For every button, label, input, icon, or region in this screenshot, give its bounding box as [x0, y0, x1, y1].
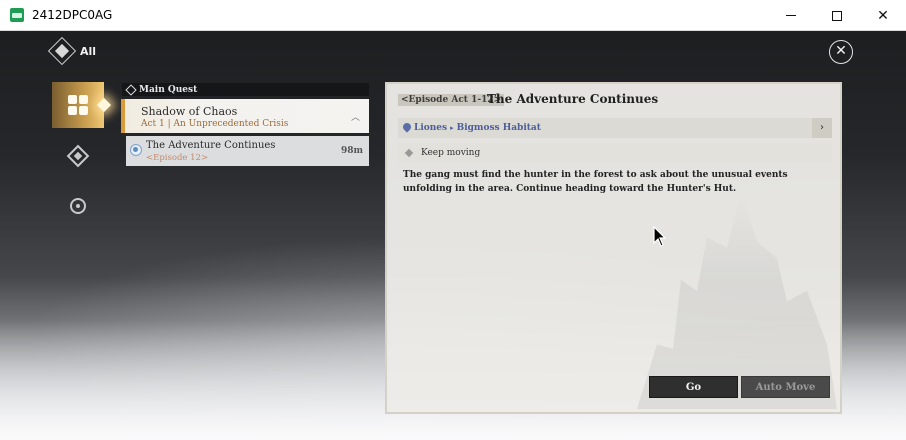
quest-marker-icon: [130, 144, 142, 156]
close-icon: ✕: [877, 7, 889, 24]
minimize-button[interactable]: [768, 0, 814, 31]
maximize-button[interactable]: [814, 0, 860, 31]
quest-grid-icon: [68, 95, 88, 115]
nav-compass-button[interactable]: [52, 183, 104, 229]
quest-filter-all[interactable]: All: [47, 36, 97, 66]
location-region: Liones: [414, 123, 448, 133]
section-label-main-quest: Main Quest: [122, 83, 369, 96]
compass-icon: [70, 198, 86, 214]
quest-detail-panel: <Episode Act 1-12> The Adventure Continu…: [385, 82, 842, 414]
main-quest-icon: [125, 83, 137, 96]
quest-detail-title: The Adventure Continues: [487, 92, 659, 106]
quest-close-button[interactable]: ✕: [829, 40, 853, 64]
all-quests-icon: [47, 36, 77, 66]
location-row[interactable]: Liones ▸ Bigmoss Habitat ›: [398, 118, 832, 138]
all-label: All: [80, 44, 97, 58]
quest-item-title: The Adventure Continues: [146, 140, 276, 151]
minimize-icon: [786, 15, 796, 16]
location-pin-icon: [403, 123, 411, 133]
nav-quest-button[interactable]: [52, 82, 104, 128]
go-button[interactable]: Go: [649, 376, 738, 398]
window-title: 2412DPC0AG: [32, 8, 113, 22]
mouse-cursor-icon: [653, 226, 667, 247]
location-arrow-button[interactable]: ›: [812, 118, 832, 138]
quest-group-shadow-of-chaos[interactable]: Shadow of Chaos Act 1 | An Unprecedented…: [121, 99, 369, 133]
objective-text: Keep moving: [421, 147, 481, 158]
close-circle-icon: ✕: [835, 43, 847, 59]
maximize-icon: [832, 10, 842, 21]
nav-diamond-button[interactable]: [52, 133, 104, 179]
app-icon: [10, 8, 24, 22]
diamond-icon: [66, 144, 90, 168]
location-area: Bigmoss Habitat: [456, 123, 541, 133]
quest-distance: 98m: [340, 146, 363, 156]
chevron-up-icon[interactable]: ︿: [351, 110, 360, 123]
game-viewport: All ✕ Main Quest Shadow of Chaos Act 1 |…: [0, 31, 906, 440]
location-separator-icon: ▸: [450, 124, 454, 132]
objective-diamond-icon: [404, 148, 414, 157]
quest-group-subtitle: Act 1 | An Unprecedented Crisis: [141, 119, 289, 129]
quest-item-subtitle: <Episode 12>: [146, 153, 209, 163]
auto-move-button[interactable]: Auto Move: [741, 376, 830, 398]
objective-row: Keep moving: [398, 143, 832, 162]
window-close-button[interactable]: ✕: [860, 0, 906, 31]
quest-description: The gang must find the hunter in the for…: [403, 170, 788, 194]
quest-item-adventure-continues[interactable]: The Adventure Continues <Episode 12> 98m: [126, 136, 369, 166]
quest-group-title: Shadow of Chaos: [141, 105, 238, 118]
window-titlebar: 2412DPC0AG ✕: [0, 0, 906, 31]
